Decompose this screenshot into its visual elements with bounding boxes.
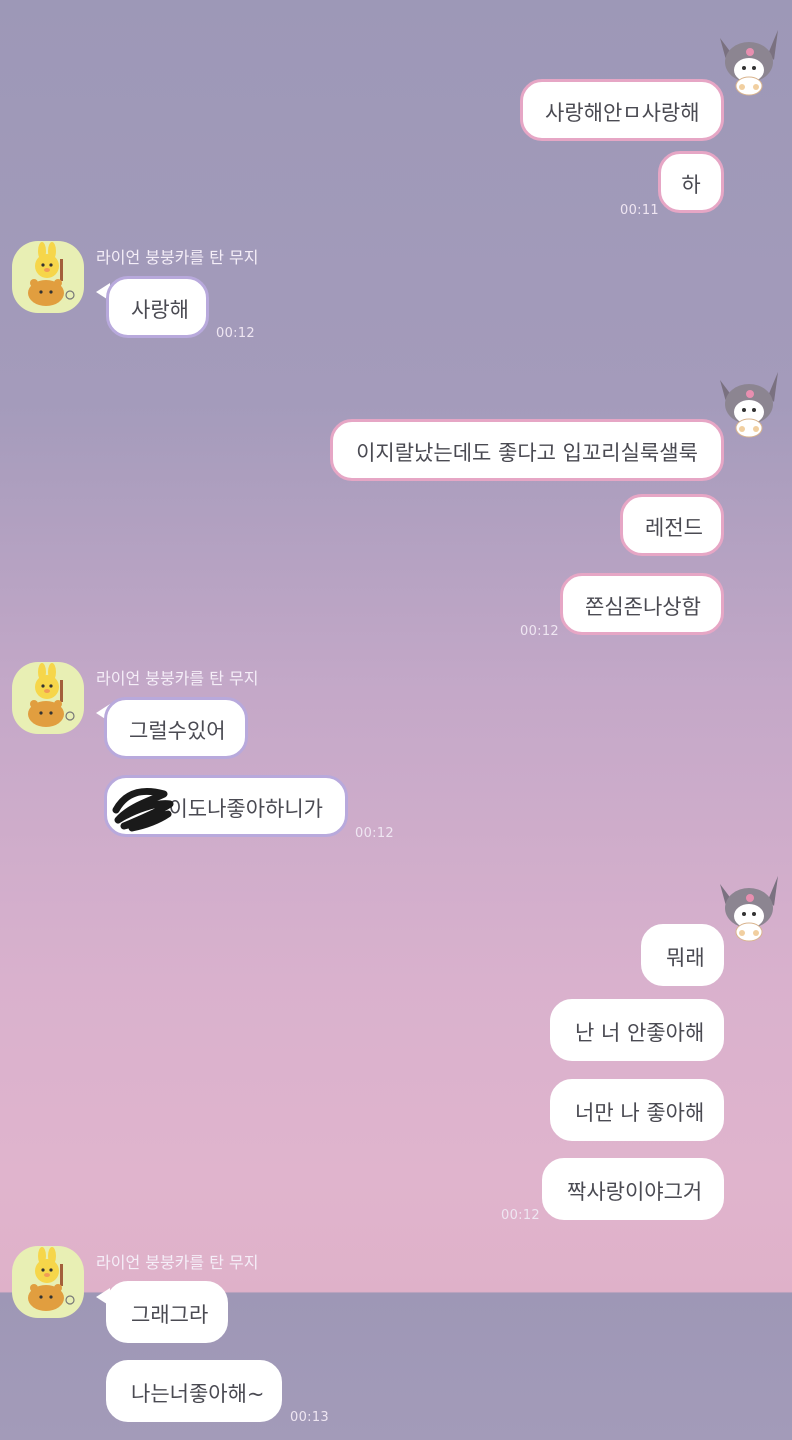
message-bubble-mine[interactable]: 짝사랑이야그거 (542, 1158, 724, 1220)
sender-name: 라이언 붕붕카를 탄 무지 (96, 1253, 259, 1272)
message-timestamp: 00:11 (620, 203, 659, 218)
message-bubble-theirs[interactable]: 그럴수있어 (104, 697, 248, 759)
message-bubble-mine[interactable]: 쫀심존나상함 (560, 573, 724, 635)
message-timestamp: 00:13 (290, 1410, 329, 1425)
ryan-riding-muzi-avatar-icon[interactable] (12, 1246, 84, 1318)
ryan-riding-muzi-avatar-icon[interactable] (12, 662, 84, 734)
message-timestamp: 00:12 (216, 326, 255, 341)
message-timestamp: 00:12 (520, 624, 559, 639)
kuromi-avatar-icon[interactable] (712, 366, 786, 440)
message-bubble-mine[interactable]: 너만 나 좋아해 (550, 1079, 724, 1141)
message-text: 레전드 (645, 516, 703, 540)
sender-name: 라이언 붕붕카를 탄 무지 (96, 669, 259, 688)
message-timestamp: 00:12 (501, 1208, 540, 1223)
chat-screen: 사랑해안ㅁ사랑해 하 00:11 라이언 붕붕카를 탄 무지 사랑해 00:12 (0, 0, 792, 1440)
message-text: 짝사랑이야그거 (567, 1180, 703, 1204)
message-text: 난 너 안좋아해 (575, 1021, 705, 1045)
kuromi-avatar-icon[interactable] (712, 870, 786, 944)
message-text: 이도나좋아하니가 (168, 797, 323, 821)
message-text: 쫀심존나상함 (585, 595, 701, 619)
message-bubble-mine[interactable]: 난 너 안좋아해 (550, 999, 724, 1061)
ryan-riding-muzi-avatar-icon[interactable] (12, 241, 84, 313)
message-text: 너만 나 좋아해 (575, 1101, 705, 1125)
message-bubble-mine[interactable]: 사랑해안ㅁ사랑해 (520, 79, 724, 141)
message-text: 사랑해 (131, 298, 189, 322)
message-bubble-theirs[interactable]: 그래그라 (106, 1281, 228, 1343)
message-bubble-mine[interactable]: 하 (658, 151, 724, 213)
message-timestamp: 00:12 (355, 826, 394, 841)
sender-name: 라이언 붕붕카를 탄 무지 (96, 248, 259, 267)
message-bubble-theirs[interactable]: 나는너좋아해~ (106, 1360, 282, 1422)
message-bubble-mine[interactable]: 이지랄났는데도 좋다고 입꼬리실룩샐룩 (330, 419, 724, 481)
message-text: 하 (681, 173, 701, 197)
message-text: 그래그라 (131, 1303, 209, 1327)
message-text: 그럴수있어 (129, 719, 226, 743)
message-bubble-mine[interactable]: 레전드 (620, 494, 724, 556)
kuromi-avatar-icon[interactable] (712, 24, 786, 98)
message-text: 나는너좋아해~ (131, 1382, 265, 1406)
message-text: 사랑해안ㅁ사랑해 (545, 101, 700, 125)
message-bubble-theirs[interactable]: 사랑해 (106, 276, 209, 338)
message-bubble-mine[interactable]: 뭐래 (641, 924, 724, 986)
redaction-scribble (112, 787, 174, 832)
message-text: 뭐래 (666, 946, 705, 970)
message-text: 이지랄났는데도 좋다고 입꼬리실룩샐룩 (356, 441, 698, 465)
